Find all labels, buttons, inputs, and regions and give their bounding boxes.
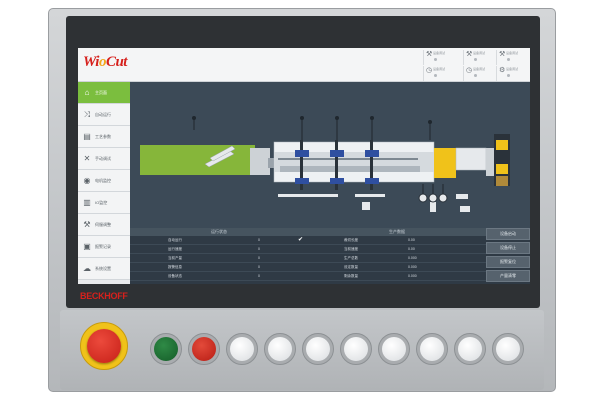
green-push-button[interactable] — [150, 333, 182, 365]
sidebar-item-auto-run[interactable]: ⤨ 自动运行 — [78, 104, 130, 126]
top-bar: WioCut ⚒ 设备调试 ⚒ 设备调试 ⚒ 设备调试 ◷ 设备调试 ◷ 设备调试 ⚙ 设备… — [78, 48, 530, 82]
table-row: 当前速度 0.00 — [308, 245, 486, 254]
table-row: 设定数量 0.000 — [308, 263, 486, 272]
push-button-8[interactable] — [416, 333, 448, 365]
left-table-header: 运行状态 — [130, 228, 308, 236]
sidebar-item-servo[interactable]: ⚒ 伺服调整 — [78, 214, 130, 236]
top-button-4[interactable]: ◷ 设备调试 — [423, 66, 445, 81]
push-button-4[interactable] — [264, 333, 296, 365]
red-push-button[interactable] — [188, 333, 220, 365]
shuffle-icon: ⤨ — [83, 110, 91, 119]
gauge-icon: ◉ — [83, 176, 91, 185]
top-button-6[interactable]: ⚙ 设备调试 — [496, 66, 518, 81]
table-row: 报警信息 0 — [130, 263, 308, 272]
data-tables: 运行状态 生产数据 自动运行 0 运行速度 0 当前产量 0 报警信息 0 设备状态 0 … — [130, 228, 530, 284]
table-row: 裁切长度 0.00 — [308, 236, 486, 245]
tools-icon: ✕ — [83, 154, 91, 163]
top-button-3[interactable]: ⚒ 设备调试 — [496, 50, 518, 65]
table-row: 生产总数 0.000 — [308, 254, 486, 263]
log-icon: ▣ — [83, 242, 91, 251]
sidebar-item-system-settings[interactable]: ☁ 系统设置 — [78, 258, 130, 280]
reset-button[interactable]: 报警复位 — [486, 256, 530, 268]
cloud-icon: ☁ — [83, 264, 91, 273]
gear-icon: ⚙ — [499, 67, 506, 74]
brand-logo: BECKHOFF — [80, 291, 128, 301]
checkmark-icon: ✔ — [298, 237, 304, 243]
table-row: 设备状态 0 — [130, 272, 308, 281]
chart-icon: ▥ — [83, 198, 91, 207]
clock-icon: ◷ — [426, 67, 433, 74]
emergency-stop-button[interactable] — [87, 329, 121, 363]
push-button-9[interactable] — [454, 333, 486, 365]
material-feed — [140, 145, 255, 175]
sidebar-item-alarm-log[interactable]: ▣ 报警记录 — [78, 236, 130, 258]
push-button-5[interactable] — [302, 333, 334, 365]
push-button-6[interactable] — [340, 333, 372, 365]
push-button-7[interactable] — [378, 333, 410, 365]
wrench-icon: ⚒ — [466, 51, 473, 58]
clock-icon: ◷ — [466, 67, 473, 74]
list-icon: ▤ — [83, 132, 91, 141]
start-button[interactable]: 设备启动 — [486, 228, 530, 240]
sidebar-item-home[interactable]: ⌂ 主页面 — [78, 82, 130, 104]
motor-1 — [418, 193, 428, 203]
sidebar-item-manual-debug[interactable]: ✕ 手动调试 — [78, 148, 130, 170]
table-row: 剩余数量 0.000 — [308, 272, 486, 281]
wrench-icon: ⚒ — [426, 51, 433, 58]
motor-2 — [428, 193, 438, 203]
sidebar-item-motor-monitor[interactable]: ◉ 电机监控 — [78, 170, 130, 192]
motor-3 — [438, 193, 448, 203]
app-logo: WioCut — [83, 54, 127, 70]
top-button-1[interactable]: ⚒ 设备调试 — [423, 50, 445, 65]
top-button-2[interactable]: ⚒ 设备调试 — [463, 50, 485, 65]
hmi-screen: WioCut ⚒ 设备调试 ⚒ 设备调试 ⚒ 设备调试 ◷ 设备调试 ◷ 设备调试 ⚙ 设备… — [78, 48, 530, 284]
clear-count-button[interactable]: 产量清零 — [486, 270, 530, 282]
table-row: 当前产量 0 — [130, 254, 308, 263]
wrench-icon: ⚒ — [499, 51, 506, 58]
stop-button[interactable]: 设备停止 — [486, 242, 530, 254]
output-section — [434, 148, 456, 178]
push-button-10[interactable] — [492, 333, 524, 365]
push-button-3[interactable] — [226, 333, 258, 365]
sidebar-item-process-params[interactable]: ▤ 工艺参数 — [78, 126, 130, 148]
table-row: 运行速度 0 — [130, 245, 308, 254]
wrench-icon: ⚒ — [83, 220, 91, 229]
top-button-5[interactable]: ◷ 设备调试 — [463, 66, 485, 81]
machine-diagram — [130, 82, 530, 228]
right-table-header: 生产数据 — [308, 228, 486, 236]
home-icon: ⌂ — [84, 88, 90, 97]
sidebar-item-io-monitor[interactable]: ▥ IO监控 — [78, 192, 130, 214]
sidebar: ⌂ 主页面 ⤨ 自动运行 ▤ 工艺参数 ✕ 手动调试 ◉ 电机监控 ▥ IO监控 ⚒ 伺服调整… — [78, 82, 130, 284]
table-row: 自动运行 0 — [130, 236, 308, 245]
